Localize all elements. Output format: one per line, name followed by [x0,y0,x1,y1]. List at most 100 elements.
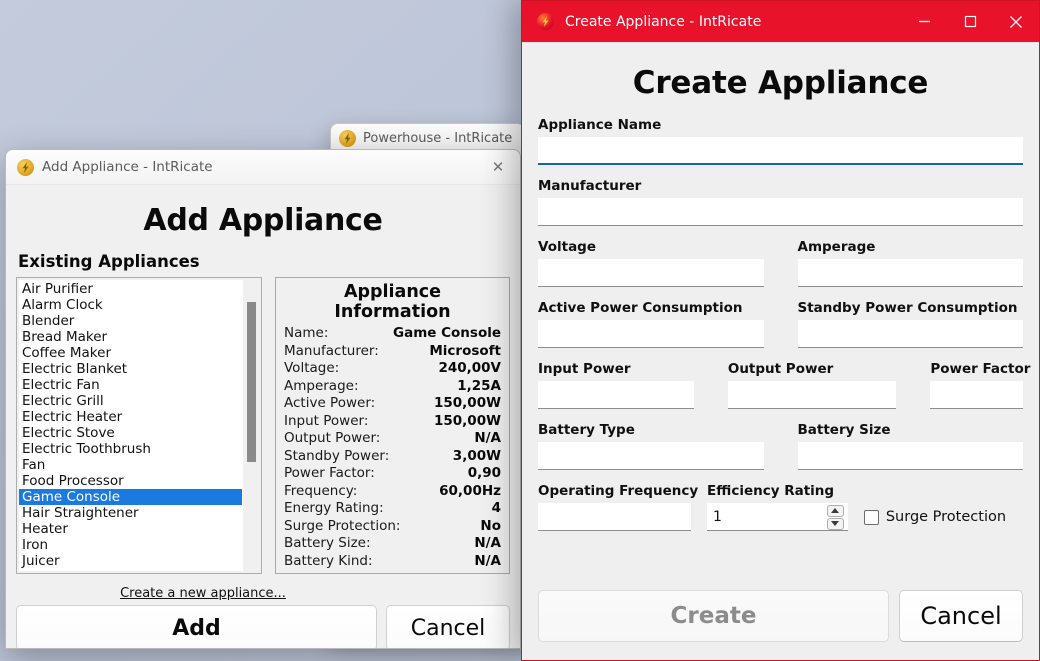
checkbox-icon[interactable] [863,509,879,525]
efficiency-rating-stepper[interactable] [707,503,848,531]
page-title: Add Appliance [143,203,383,238]
list-item[interactable]: Bread Maker [19,329,242,345]
info-row: Power Factor: 0,90 [284,465,501,483]
output-power-field-group: Output Power [727,361,897,409]
list-item[interactable]: Alarm Clock [19,297,242,313]
list-item[interactable]: Blender [19,313,242,329]
info-row-key: Amperage: [284,377,359,394]
info-row: Surge Protection: No [284,518,501,536]
appliance-information-panel: Appliance Information Name: Game Console M… [275,277,510,574]
list-item[interactable]: Juicer [19,553,242,569]
create-button[interactable]: Create [538,590,889,642]
info-row-key: Standby Power: [284,447,390,464]
info-row-value: 0,90 [467,465,501,481]
list-item[interactable]: Hair Straightener [19,505,242,521]
battery-type-label: Battery Type [538,422,635,438]
info-row: Energy Rating: 4 [284,500,501,518]
input-power-label: Input Power [538,361,631,377]
surge-protection-checkbox[interactable]: Surge Protection [863,503,1007,531]
list-item[interactable]: Electric Stove [19,425,242,441]
battery-type-input[interactable] [538,442,764,470]
add-button[interactable]: Add [16,605,377,648]
list-item[interactable]: Fan [19,457,242,473]
list-item[interactable]: Electric Fan [19,377,242,393]
standby-power-input[interactable] [797,320,1023,348]
operating-frequency-field-group: Operating Frequency [538,483,698,531]
list-item[interactable]: Electric Heater [19,409,242,425]
appliance-listbox[interactable]: Air Purifier Alarm Clock Blender Bread Make… [16,277,262,574]
list-item[interactable]: Iron [19,537,242,553]
power-factor-label: Power Factor [930,361,1031,377]
output-power-input[interactable] [727,381,897,409]
voltage-input[interactable] [538,259,764,287]
list-item[interactable]: Air Purifier [19,281,242,297]
close-icon[interactable]: ✕ [476,150,520,184]
info-row-key: Battery Kind: [284,552,373,569]
surge-protection-label: Surge Protection [885,509,1007,525]
list-item[interactable]: Electric Toothbrush [19,441,242,457]
info-row: Manufacturer: Microsoft [284,343,501,361]
add-appliance-titlebar[interactable]: Add Appliance - IntRicate ✕ [6,150,520,185]
info-row-key: Power Factor: [284,465,375,481]
battery-size-field-group: Battery Size [797,422,1023,470]
manufacturer-input[interactable] [538,198,1023,226]
list-scrollbar[interactable] [242,280,259,571]
voltage-amperage-row: Voltage Amperage [538,239,1023,300]
stepper-buttons [826,504,844,530]
list-item[interactable]: Coffee Maker [19,345,242,361]
stepper-up-icon[interactable] [826,504,844,517]
cancel-button[interactable]: Cancel [899,590,1023,642]
info-row-key: Manufacturer: [284,342,379,359]
cancel-button[interactable]: Cancel [386,605,510,648]
info-row: Amperage: 1,25A [284,378,501,396]
list-item[interactable]: Game Console [19,489,242,505]
surge-protection-field-group: Surge Protection [863,503,1023,531]
manufacturer-field-group: Manufacturer [538,178,1023,226]
add-appliance-buttons: Add Cancel [16,605,510,648]
info-row-key: Input Power: [284,412,369,429]
info-row: Input Power: 150,00W [284,413,501,431]
list-item[interactable]: Electric Blanket [19,361,242,377]
amperage-input[interactable] [797,259,1023,287]
efficiency-rating-field-group: Efficiency Rating [707,483,848,531]
battery-size-input[interactable] [797,442,1023,470]
maximize-icon[interactable] [947,1,993,42]
create-appliance-dialog[interactable]: Create Appliance - IntRicate Create Appl… [521,0,1040,661]
create-appliance-body: Create Appliance Appliance Name Manufact… [522,42,1039,660]
battery-size-label: Battery Size [797,422,891,438]
power-io-row: Input Power Output Power Power Factor [538,361,1031,422]
powerhouse-title: Powerhouse - IntRicate [363,131,513,146]
info-row-value: 1,25A [457,377,501,394]
active-power-input[interactable] [538,320,764,348]
power-factor-input[interactable] [930,381,1023,409]
stepper-down-icon[interactable] [826,517,844,530]
input-power-input[interactable] [538,381,694,409]
info-row-value: N/A [474,552,501,569]
info-row-value: 150,00W [434,412,501,429]
create-appliance-titlebar[interactable]: Create Appliance - IntRicate [522,1,1039,42]
info-row-key: Voltage: [284,360,340,376]
close-icon[interactable] [993,1,1039,42]
amperage-field-group: Amperage [797,239,1023,287]
operating-frequency-input[interactable] [538,503,692,531]
appliance-name-label: Appliance Name [538,117,662,133]
appliance-list[interactable]: Air Purifier Alarm Clock Blender Bread Make… [19,280,242,571]
bolt-icon [537,13,554,30]
add-appliance-columns: Air Purifier Alarm Clock Blender Bread Make… [16,277,510,574]
active-power-field-group: Active Power Consumption [538,300,764,348]
info-row-value: 60,00Hz [439,482,501,499]
create-new-appliance-link[interactable]: Create a new appliance... [120,586,286,601]
info-row-key: Name: [284,325,329,341]
standby-power-field-group: Standby Power Consumption [797,300,1023,348]
info-row: Output Power: N/A [284,430,501,448]
minimize-icon[interactable] [901,1,947,42]
list-item[interactable]: Food Processor [19,473,242,489]
existing-appliances-label: Existing Appliances [18,252,200,271]
appliance-name-input[interactable] [538,137,1023,165]
create-new-appliance-link-wrap: Create a new appliance... [16,582,510,601]
info-row: Battery Kind: N/A [284,553,501,571]
scrollbar-thumb[interactable] [247,302,256,462]
add-appliance-dialog[interactable]: Add Appliance - IntRicate ✕ Add Applianc… [5,149,521,649]
list-item[interactable]: Electric Grill [19,393,242,409]
list-item[interactable]: Heater [19,521,242,537]
